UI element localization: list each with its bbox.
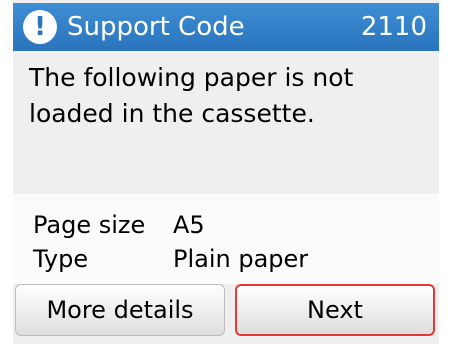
printer-screen: ! Support Code 2110 The following paper …: [13, 0, 439, 344]
more-details-button[interactable]: More details: [15, 284, 225, 336]
error-message: The following paper is not loaded in the…: [29, 63, 354, 128]
support-code-header: ! Support Code 2110: [13, 3, 439, 51]
support-code-number: 2110: [360, 12, 427, 42]
next-button[interactable]: Next: [235, 284, 435, 336]
warning-icon: !: [23, 10, 57, 44]
type-row: Type Plain paper: [33, 244, 308, 274]
page-size-row: Page size A5: [33, 210, 205, 240]
type-label: Type: [33, 245, 89, 273]
page-size-label: Page size: [33, 211, 146, 239]
button-bar: More details Next: [13, 284, 439, 344]
type-value: Plain paper: [173, 245, 309, 273]
page-size-value: A5: [173, 211, 205, 239]
header-title: Support Code: [67, 12, 245, 42]
paper-info-panel: Page size A5 Type Plain paper: [13, 194, 439, 284]
